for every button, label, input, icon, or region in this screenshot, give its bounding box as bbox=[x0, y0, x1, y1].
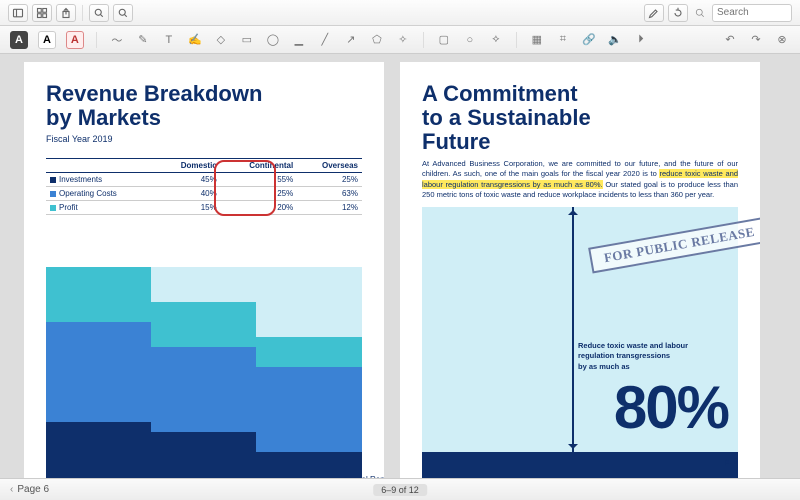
shapes-tool-icon[interactable]: ◇ bbox=[213, 32, 229, 48]
media-tool-icon[interactable]: ⏵ bbox=[633, 32, 649, 48]
thumbnails-button[interactable] bbox=[32, 4, 52, 22]
text-strike-button[interactable]: A bbox=[66, 31, 84, 49]
page-right: A Commitmentto a SustainableFuture At Ad… bbox=[400, 62, 760, 478]
page-subtitle: Fiscal Year 2019 bbox=[46, 134, 362, 144]
zoom-out-button[interactable] bbox=[113, 4, 133, 22]
markup-toolbar: A A A ～ ✎ T ✍ ◇ ▭ ◯ ▁ ╱ ↗ ⬠ ✧ ▢ ○ ⟡ ▦ ⌗ … bbox=[0, 26, 800, 54]
text-style-button[interactable]: A bbox=[10, 31, 28, 49]
arrow-tool-icon[interactable]: ↗ bbox=[343, 32, 359, 48]
rect-select-icon[interactable]: ▢ bbox=[436, 32, 452, 48]
infographic-caption: Reduce toxic waste and labourregulation … bbox=[578, 341, 728, 373]
text-color-button[interactable]: A bbox=[38, 31, 56, 49]
table-row: Investments45%55%25% bbox=[46, 173, 362, 187]
sign-tool-icon[interactable]: ✍ bbox=[187, 32, 203, 48]
search-icon bbox=[692, 5, 708, 21]
arrow-indicator bbox=[572, 207, 574, 452]
loupe-tool-icon[interactable]: ◯ bbox=[265, 32, 281, 48]
table-row: Operating Costs40%25%63% bbox=[46, 187, 362, 201]
mask-tool-icon[interactable]: ▦ bbox=[529, 32, 545, 48]
zoom-in-button[interactable] bbox=[89, 4, 109, 22]
page-footer: Annual Report 2019 bbox=[343, 475, 384, 478]
markup-button[interactable] bbox=[644, 4, 664, 22]
rotate-button[interactable] bbox=[668, 4, 688, 22]
close-markup-button[interactable]: ⊗ bbox=[774, 32, 790, 48]
infographic-number: 80% bbox=[614, 373, 728, 442]
page-indicator: Page 6 bbox=[17, 484, 49, 495]
sidebar-toggle-button[interactable] bbox=[8, 4, 28, 22]
polygon-tool-icon[interactable]: ⬠ bbox=[369, 32, 385, 48]
lasso-select-icon[interactable]: ⟡ bbox=[488, 32, 504, 48]
speaker-tool-icon[interactable]: 🔈 bbox=[607, 32, 623, 48]
note-tool-icon[interactable]: ▭ bbox=[239, 32, 255, 48]
draw-tool-icon[interactable]: ✎ bbox=[135, 32, 151, 48]
status-bar: ‹ Page 6 6–9 of 12 bbox=[0, 478, 800, 500]
table-row: Profit15%20%12% bbox=[46, 201, 362, 215]
link-tool-icon[interactable]: 🔗 bbox=[581, 32, 597, 48]
prev-page-button[interactable]: ‹ bbox=[10, 484, 13, 495]
redo-button[interactable]: ↷ bbox=[748, 32, 764, 48]
crop-tool-icon[interactable]: ⌗ bbox=[555, 32, 571, 48]
highlight-tool-icon[interactable]: ▁ bbox=[291, 32, 307, 48]
page-number: p. 9 bbox=[725, 457, 738, 466]
revenue-table: DomesticContinentalOverseas Investments4… bbox=[46, 158, 362, 215]
document-viewport[interactable]: Revenue Breakdownby Markets Fiscal Year … bbox=[0, 54, 800, 478]
page-range-indicator: 6–9 of 12 bbox=[373, 484, 427, 496]
body-paragraph: At Advanced Business Corporation, we are… bbox=[422, 159, 738, 201]
viewer-toolbar bbox=[0, 0, 800, 26]
star-tool-icon[interactable]: ✧ bbox=[395, 32, 411, 48]
stacked-area-chart bbox=[46, 267, 362, 478]
text-tool-icon[interactable]: T bbox=[161, 32, 177, 48]
oval-select-icon[interactable]: ○ bbox=[462, 32, 478, 48]
undo-button[interactable]: ↶ bbox=[722, 32, 738, 48]
search-input[interactable] bbox=[712, 4, 792, 22]
page-title: Revenue Breakdownby Markets bbox=[46, 82, 362, 130]
page-title: A Commitmentto a SustainableFuture bbox=[422, 82, 738, 155]
page-left: Revenue Breakdownby Markets Fiscal Year … bbox=[24, 62, 384, 478]
line-tool-icon[interactable]: ╱ bbox=[317, 32, 333, 48]
share-button[interactable] bbox=[56, 4, 76, 22]
sketch-tool-icon[interactable]: ～ bbox=[109, 32, 125, 48]
